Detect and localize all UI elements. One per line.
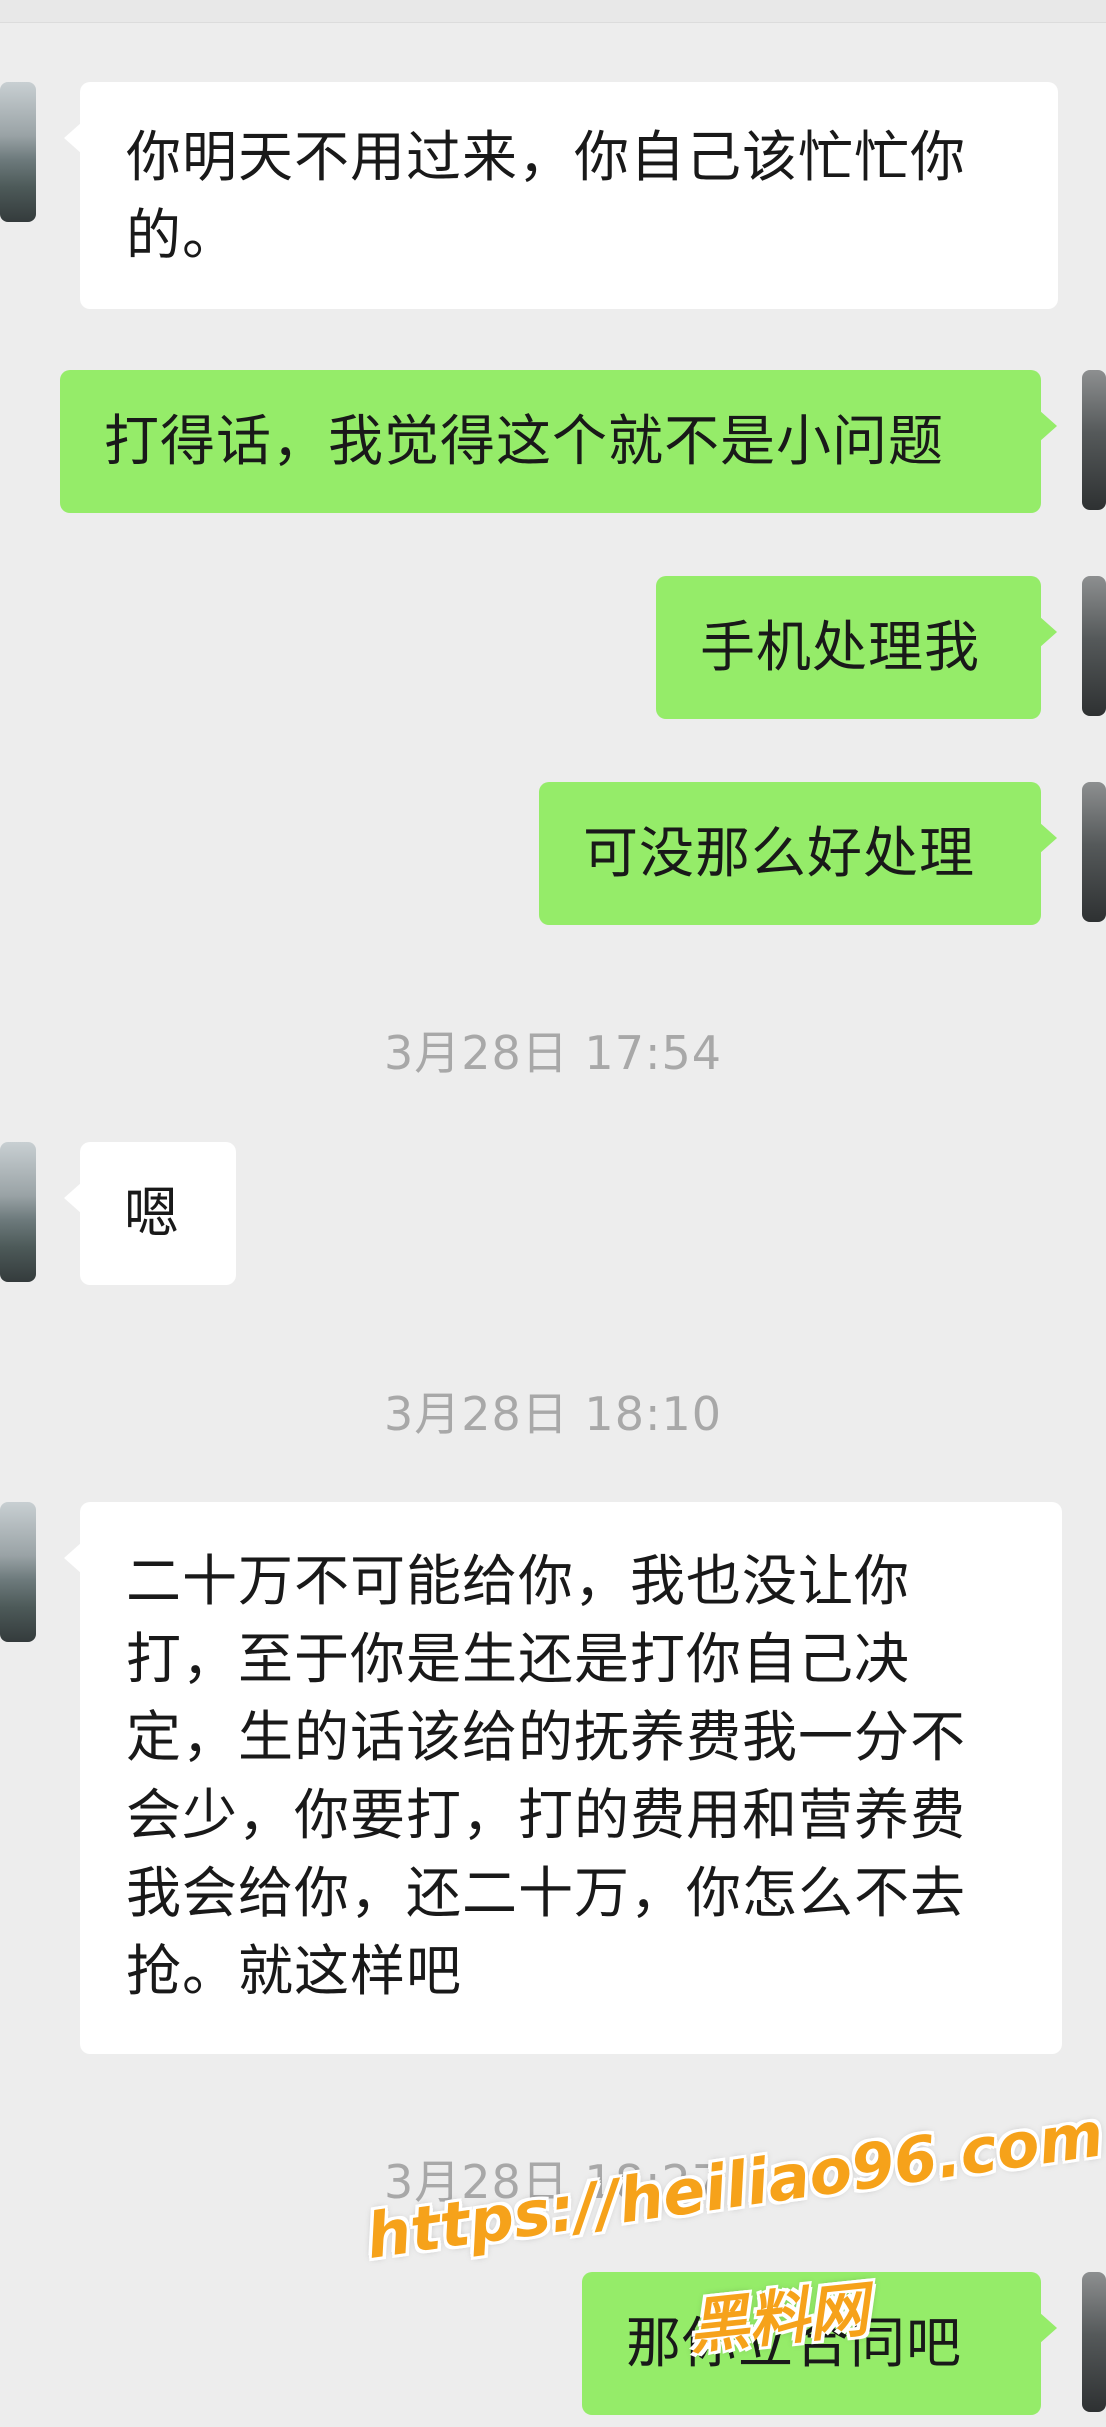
message-bubble-incoming[interactable]: 你明天不用过来，你自己该忙忙你的。 <box>64 82 1058 309</box>
message-text: 二十万不可能给你，我也没让你打，至于你是生还是打你自己决定，生的话该给的抚养费我… <box>126 1549 967 2003</box>
top-divider <box>0 0 1106 23</box>
self-avatar[interactable] <box>1082 576 1106 716</box>
chat-timestamp: 3月28日 18:10 <box>384 1387 722 1441</box>
contact-avatar[interactable] <box>0 1502 36 1642</box>
message-text: 手机处理我 <box>700 615 981 679</box>
self-avatar[interactable] <box>1082 2272 1106 2412</box>
contact-avatar[interactable] <box>0 82 36 222</box>
message-text: 打得话，我觉得这个就不是小问题 <box>104 409 945 473</box>
message-bubble-incoming[interactable]: 二十万不可能给你，我也没让你打，至于你是生还是打你自己决定，生的话该给的抚养费我… <box>64 1502 1062 2054</box>
self-avatar[interactable] <box>1082 782 1106 922</box>
message-bubble-outgoing[interactable]: 可没那么好处理 <box>539 782 1057 925</box>
message-text: 可没那么好处理 <box>583 821 976 885</box>
watermark-url: https://heiliao96.com <box>361 2097 1106 2273</box>
self-avatar[interactable] <box>1082 370 1106 510</box>
message-text: 嗯 <box>124 1181 181 1245</box>
message-bubble-outgoing[interactable]: 打得话，我觉得这个就不是小问题 <box>60 370 1057 513</box>
message-bubble-incoming[interactable]: 嗯 <box>64 1142 236 1285</box>
message-text: 你明天不用过来，你自己该忙忙你的。 <box>126 125 967 267</box>
message-bubble-outgoing[interactable]: 手机处理我 <box>656 576 1057 719</box>
chat-timestamp: 3月28日 17:54 <box>384 1026 722 1080</box>
contact-avatar[interactable] <box>0 1142 36 1282</box>
